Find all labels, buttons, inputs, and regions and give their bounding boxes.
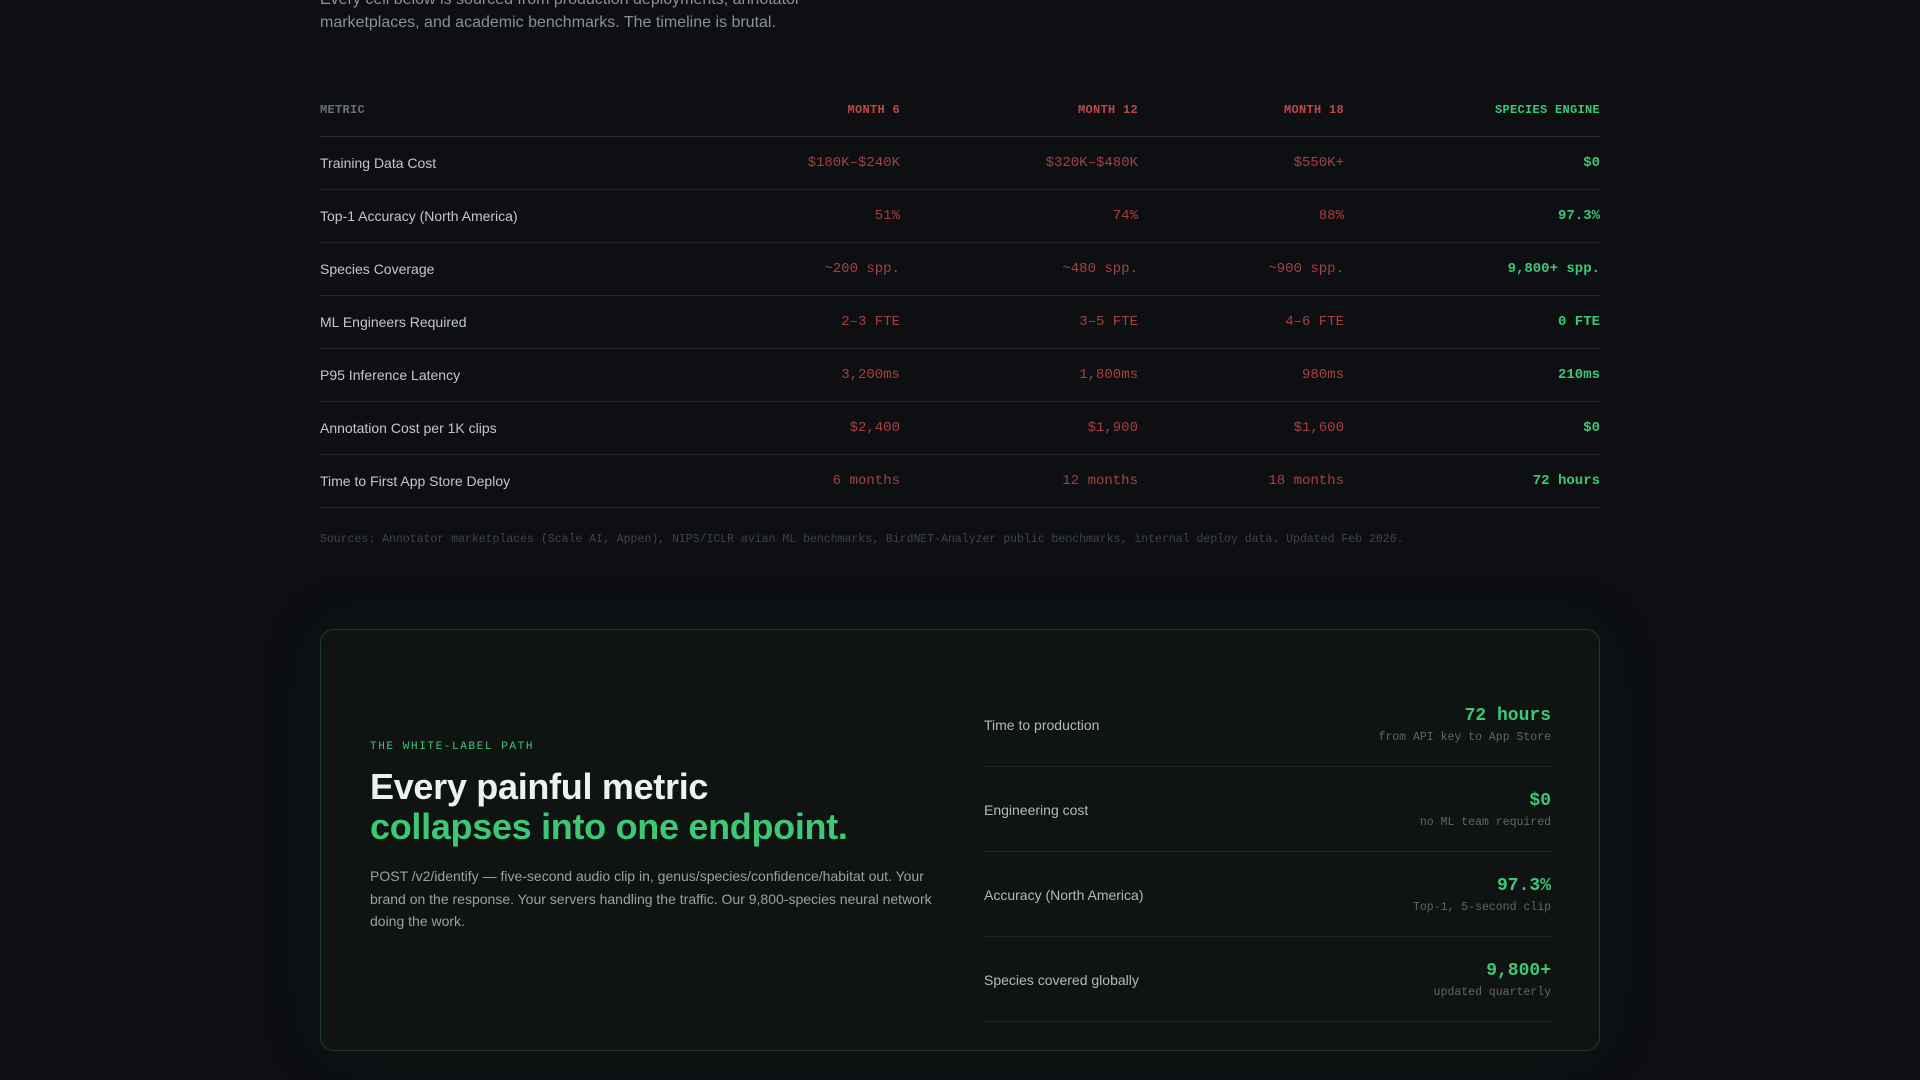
- intro-line-2: marketplaces, and academic benchmarks. T…: [320, 14, 776, 31]
- month-6-value: 3,200ms: [718, 348, 900, 402]
- month-12-value: 1,800ms: [900, 348, 1138, 402]
- species-engine-value: 210ms: [1344, 348, 1600, 402]
- month-18-value: ~900 spp.: [1138, 242, 1344, 296]
- metric-name: Training Data Cost: [320, 136, 718, 190]
- intro-text: Every cell below is sourced from product…: [320, 0, 880, 34]
- metric-name: Species Coverage: [320, 242, 718, 296]
- stat-row: Species covered globally 9,800+ updated …: [984, 937, 1551, 1022]
- month-6-value: $2,400: [718, 401, 900, 455]
- species-engine-value: 72 hours: [1344, 454, 1600, 508]
- white-label-card: THE WHITE-LABEL PATH Every painful metri…: [320, 629, 1600, 1051]
- table-row: Annotation Cost per 1K clips $2,400 $1,9…: [320, 401, 1600, 455]
- month-12-value: 74%: [900, 189, 1138, 243]
- intro-line-1: Every cell below is sourced from product…: [320, 0, 880, 11]
- headline-line-2: collapses into one endpoint.: [370, 806, 848, 847]
- month-6-value: 2–3 FTE: [718, 295, 900, 349]
- table-row: Species Coverage ~200 spp. ~480 spp. ~90…: [320, 242, 1600, 296]
- sources-note: Sources: Annotator marketplaces (Scale A…: [320, 533, 1404, 546]
- metric-name: Top-1 Accuracy (North America): [320, 189, 718, 243]
- month-12-value: 12 months: [900, 454, 1138, 508]
- stat-label: Engineering cost: [984, 802, 1089, 818]
- month-6-value: ~200 spp.: [718, 242, 900, 296]
- stat-label: Time to production: [984, 717, 1100, 733]
- column-header-species-engine: SPECIES ENGINE: [1344, 83, 1600, 137]
- column-header-metric: METRIC: [320, 83, 718, 137]
- stats-list: Time to production 72 hours from API key…: [984, 682, 1551, 1022]
- table-header-row: METRIC MONTH 6 MONTH 12 MONTH 18 SPECIES…: [320, 83, 1600, 137]
- month-18-value: 18 months: [1138, 454, 1344, 508]
- stat-label: Accuracy (North America): [984, 887, 1144, 903]
- table-row: Top-1 Accuracy (North America) 51% 74% 8…: [320, 189, 1600, 243]
- column-header-month-12: MONTH 12: [900, 83, 1138, 137]
- stat-value: 9,800+: [1486, 961, 1551, 981]
- species-engine-value: 9,800+ spp.: [1344, 242, 1600, 296]
- column-header-month-6: MONTH 6: [718, 83, 900, 137]
- month-18-value: $550K+: [1138, 136, 1344, 190]
- species-engine-value: 97.3%: [1344, 189, 1600, 243]
- metric-name: Time to First App Store Deploy: [320, 454, 718, 508]
- month-18-value: 980ms: [1138, 348, 1344, 402]
- card-intro: THE WHITE-LABEL PATH Every painful metri…: [370, 741, 940, 933]
- month-12-value: $320K–$480K: [900, 136, 1138, 190]
- stat-label: Species covered globally: [984, 972, 1139, 988]
- column-header-month-18: MONTH 18: [1138, 83, 1344, 137]
- table-row: Time to First App Store Deploy 6 months …: [320, 454, 1600, 508]
- card-headline: Every painful metric collapses into one …: [370, 767, 940, 847]
- stat-value: 72 hours: [1464, 706, 1551, 726]
- table-row: P95 Inference Latency 3,200ms 1,800ms 98…: [320, 348, 1600, 402]
- eyebrow-label: THE WHITE-LABEL PATH: [370, 741, 535, 753]
- stat-row: Accuracy (North America) 97.3% Top-1, 5-…: [984, 852, 1551, 937]
- species-engine-value: $0: [1344, 401, 1600, 455]
- metric-name: Annotation Cost per 1K clips: [320, 401, 718, 455]
- month-12-value: ~480 spp.: [900, 242, 1138, 296]
- species-engine-value: $0: [1344, 136, 1600, 190]
- metric-name: P95 Inference Latency: [320, 348, 718, 402]
- stat-row: Engineering cost $0 no ML team required: [984, 767, 1551, 852]
- stat-subtext: no ML team required: [1419, 816, 1551, 829]
- table-row: Training Data Cost $180K–$240K $320K–$48…: [320, 136, 1600, 190]
- month-6-value: 6 months: [718, 454, 900, 508]
- table-row: ML Engineers Required 2–3 FTE 3–5 FTE 4–…: [320, 295, 1600, 349]
- stat-subtext: from API key to App Store: [1378, 731, 1551, 744]
- metric-name: ML Engineers Required: [320, 295, 718, 349]
- stat-subtext: updated quarterly: [1433, 986, 1551, 999]
- month-6-value: 51%: [718, 189, 900, 243]
- headline-line-1: Every painful metric: [370, 766, 709, 807]
- stat-value: $0: [1529, 791, 1551, 811]
- stat-subtext: Top-1, 5-second clip: [1412, 901, 1551, 914]
- stat-value: 97.3%: [1496, 876, 1551, 896]
- month-12-value: 3–5 FTE: [900, 295, 1138, 349]
- month-12-value: $1,900: [900, 401, 1138, 455]
- month-18-value: $1,600: [1138, 401, 1344, 455]
- stat-row: Time to production 72 hours from API key…: [984, 682, 1551, 767]
- comparison-table: METRIC MONTH 6 MONTH 12 MONTH 18 SPECIES…: [320, 83, 1600, 508]
- month-18-value: 4–6 FTE: [1138, 295, 1344, 349]
- card-description: POST /v2/identify — five-second audio cl…: [370, 868, 932, 929]
- month-18-value: 88%: [1138, 189, 1344, 243]
- species-engine-value: 0 FTE: [1344, 295, 1600, 349]
- month-6-value: $180K–$240K: [718, 136, 900, 190]
